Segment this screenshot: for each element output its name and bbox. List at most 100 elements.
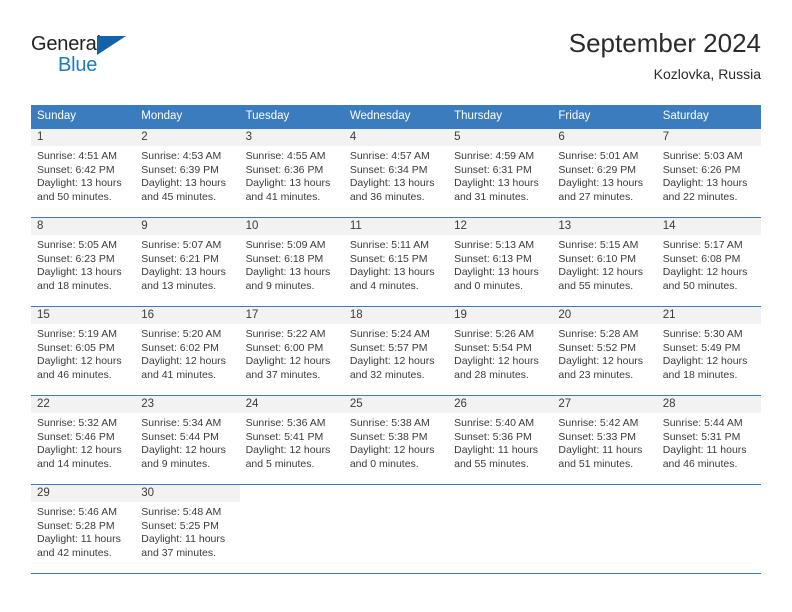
calendar-cell[interactable]: 16 Sunrise: 5:20 AM Sunset: 6:02 PM Dayligh… [135,306,240,395]
calendar-week-row: 15 Sunrise: 5:19 AM Sunset: 6:05 PM Dayligh… [31,306,761,395]
day-number: 24 [239,396,344,413]
calendar-cell[interactable]: 28 Sunrise: 5:44 AM Sunset: 5:31 PM Dayligh… [656,395,761,484]
calendar-cell[interactable]: 12 Sunrise: 5:13 AM Sunset: 6:13 PM Dayligh… [448,217,553,306]
calendar-cell[interactable]: 11 Sunrise: 5:11 AM Sunset: 6:15 PM Dayligh… [343,217,449,306]
general-blue-logo: General Blue [31,34,151,82]
day-cell: 26 Sunrise: 5:40 AM Sunset: 5:36 PM Dayligh… [448,395,553,484]
calendar-cell[interactable]: 24 Sunrise: 5:36 AM Sunset: 5:41 PM Dayligh… [239,395,344,484]
day-detail-line: Daylight: 12 hours [245,444,331,457]
day-detail-line: Daylight: 13 hours [349,177,435,190]
day-cell: 21 Sunrise: 5:30 AM Sunset: 5:49 PM Dayligh… [656,306,761,395]
day-details: Sunrise: 5:19 AM Sunset: 6:05 PM Daylight:… [31,324,135,382]
calendar-cell[interactable]: 30 Sunrise: 5:48 AM Sunset: 5:25 PM Dayligh… [135,484,240,573]
day-detail-line: Sunrise: 5:36 AM [245,417,326,429]
calendar-cell[interactable]: 6 Sunrise: 5:01 AM Sunset: 6:29 PM Daylight… [552,128,657,217]
calendar-week-row: 29 Sunrise: 5:46 AM Sunset: 5:28 PM Dayligh… [31,484,761,573]
day-number [240,485,344,502]
day-number: 16 [135,307,240,324]
day-details [344,502,448,506]
day-cell: 7 Sunrise: 5:03 AM Sunset: 6:26 PM Daylight… [656,128,761,217]
day-details: Sunrise: 5:42 AM Sunset: 5:33 PM Daylight:… [552,413,656,471]
logo-text-blue: Blue [58,54,98,76]
calendar-cell[interactable]: 8 Sunrise: 5:05 AM Sunset: 6:23 PM Daylight… [31,217,136,306]
calendar-cell[interactable]: 23 Sunrise: 5:34 AM Sunset: 5:44 PM Dayligh… [135,395,240,484]
day-detail-line: Sunrise: 5:15 AM [558,239,639,251]
day-details: Sunrise: 5:38 AM Sunset: 5:38 PM Daylight:… [344,413,448,471]
calendar-cell[interactable]: 26 Sunrise: 5:40 AM Sunset: 5:36 PM Dayligh… [448,395,553,484]
day-detail-line: Sunset: 6:21 PM [141,252,219,265]
weekday-header-saturday: Saturday [656,105,761,128]
day-cell: 9 Sunrise: 5:07 AM Sunset: 6:21 PM Daylight… [135,217,240,306]
day-number [344,485,448,502]
day-detail-line: Sunset: 5:49 PM [662,341,741,354]
calendar-cell[interactable]: 19 Sunrise: 5:26 AM Sunset: 5:54 PM Dayligh… [448,306,553,395]
day-details: Sunrise: 5:17 AM Sunset: 6:08 PM Daylight:… [657,235,761,293]
day-detail-line: and 22 minutes. [662,190,738,203]
calendar-cell[interactable]: 25 Sunrise: 5:38 AM Sunset: 5:38 PM Dayligh… [343,395,449,484]
calendar-cell[interactable]: 4 Sunrise: 4:57 AM Sunset: 6:34 PM Daylight… [343,128,449,217]
day-detail-line: Sunrise: 5:44 AM [662,417,743,429]
day-detail-line: Sunset: 5:36 PM [454,430,532,443]
day-detail-line: and 37 minutes. [141,546,216,559]
day-detail-line: and 13 minutes. [141,279,216,292]
calendar-cell[interactable]: 21 Sunrise: 5:30 AM Sunset: 5:49 PM Dayligh… [656,306,761,395]
calendar-cell[interactable]: 9 Sunrise: 5:07 AM Sunset: 6:21 PM Daylight… [135,217,240,306]
calendar-cell[interactable]: 5 Sunrise: 4:59 AM Sunset: 6:31 PM Daylight… [448,128,553,217]
day-details [552,502,656,506]
day-detail-line: and 9 minutes. [141,457,211,470]
sunrise-sunset-calendar: Sunday Monday Tuesday Wednesday Thursday… [31,105,761,573]
day-detail-line: Sunrise: 5:30 AM [662,328,743,340]
calendar-cell[interactable]: 27 Sunrise: 5:42 AM Sunset: 5:33 PM Dayligh… [552,395,657,484]
day-detail-line: Sunset: 6:08 PM [662,252,741,265]
calendar-cell[interactable]: 15 Sunrise: 5:19 AM Sunset: 6:05 PM Dayligh… [31,306,136,395]
calendar-cell[interactable]: 20 Sunrise: 5:28 AM Sunset: 5:52 PM Dayligh… [552,306,657,395]
calendar-cell[interactable]: 1 Sunrise: 4:51 AM Sunset: 6:42 PM Daylight… [31,128,136,217]
calendar-cell[interactable]: 7 Sunrise: 5:03 AM Sunset: 6:26 PM Daylight… [656,128,761,217]
day-detail-line: and 0 minutes. [349,457,419,470]
day-detail-line: Daylight: 13 hours [454,266,539,279]
calendar-cell[interactable]: 17 Sunrise: 5:22 AM Sunset: 6:00 PM Dayligh… [239,306,344,395]
day-detail-line: Sunset: 6:05 PM [37,341,115,354]
calendar-cell[interactable]: 14 Sunrise: 5:17 AM Sunset: 6:08 PM Dayligh… [656,217,761,306]
day-detail-line: Sunset: 5:57 PM [349,341,428,354]
day-cell: 18 Sunrise: 5:24 AM Sunset: 5:57 PM Dayligh… [343,306,449,395]
day-detail-line: Sunset: 6:42 PM [37,163,115,176]
day-detail-line: Sunset: 6:29 PM [558,163,637,176]
day-details [448,502,552,506]
day-cell: 28 Sunrise: 5:44 AM Sunset: 5:31 PM Dayligh… [656,395,761,484]
day-detail-line: Daylight: 12 hours [37,444,122,457]
page-title: September 2024 [568,28,761,58]
day-cell: 24 Sunrise: 5:36 AM Sunset: 5:41 PM Dayligh… [239,395,344,484]
calendar-week-row: 22 Sunrise: 5:32 AM Sunset: 5:46 PM Dayligh… [31,395,761,484]
day-detail-line: and 42 minutes. [37,546,112,559]
day-number: 14 [656,218,761,235]
day-detail-line: Sunrise: 5:32 AM [37,417,117,429]
day-detail-line: and 18 minutes. [662,368,738,381]
day-details: Sunrise: 5:05 AM Sunset: 6:23 PM Daylight:… [31,235,135,293]
day-detail-line: and 55 minutes. [558,279,634,292]
calendar-cell[interactable]: 13 Sunrise: 5:15 AM Sunset: 6:10 PM Dayligh… [552,217,657,306]
calendar-cell[interactable]: 18 Sunrise: 5:24 AM Sunset: 5:57 PM Dayligh… [343,306,449,395]
day-cell: 12 Sunrise: 5:13 AM Sunset: 6:13 PM Dayligh… [448,217,553,306]
calendar-cell[interactable]: 22 Sunrise: 5:32 AM Sunset: 5:46 PM Dayligh… [31,395,136,484]
day-cell-empty [448,484,553,573]
day-details: Sunrise: 5:34 AM Sunset: 5:44 PM Daylight:… [135,413,239,471]
day-detail-line: Sunset: 6:26 PM [662,163,741,176]
calendar-cell [656,484,761,573]
title-block: September 2024 Kozlovka, Russia [569,28,761,83]
day-cell: 4 Sunrise: 4:57 AM Sunset: 6:34 PM Daylight… [343,128,449,217]
calendar-cell[interactable]: 3 Sunrise: 4:55 AM Sunset: 6:36 PM Daylight… [239,128,344,217]
day-cell-empty [343,484,449,573]
day-details: Sunrise: 4:53 AM Sunset: 6:39 PM Daylight:… [135,146,239,204]
day-cell: 30 Sunrise: 5:48 AM Sunset: 5:25 PM Dayligh… [135,484,240,573]
calendar-cell[interactable]: 2 Sunrise: 4:53 AM Sunset: 6:39 PM Daylight… [135,128,240,217]
weekday-header-tuesday: Tuesday [239,105,344,128]
calendar-cell[interactable]: 10 Sunrise: 5:09 AM Sunset: 6:18 PM Dayligh… [239,217,344,306]
day-number: 19 [448,307,553,324]
day-detail-line: Daylight: 12 hours [37,355,122,368]
day-detail-line: Sunset: 5:41 PM [245,430,324,443]
calendar-cell[interactable]: 29 Sunrise: 5:46 AM Sunset: 5:28 PM Dayligh… [31,484,136,573]
day-detail-line: Daylight: 12 hours [662,355,748,368]
calendar-week-row: 1 Sunrise: 4:51 AM Sunset: 6:42 PM Daylight… [31,128,761,217]
day-detail-line: Sunrise: 4:51 AM [37,150,117,162]
